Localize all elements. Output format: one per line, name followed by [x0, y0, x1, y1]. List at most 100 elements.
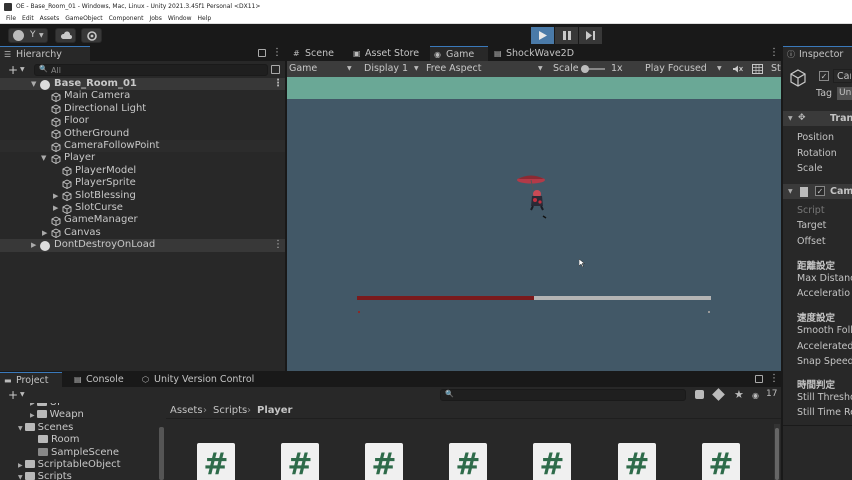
tag-dropdown[interactable]: Un	[837, 87, 852, 100]
slider-handle[interactable]	[581, 65, 589, 73]
collab-button[interactable]	[81, 28, 102, 43]
scale-slider[interactable]	[581, 65, 605, 73]
field-label: Target	[797, 220, 827, 231]
csharp-script-asset[interactable]: #	[618, 443, 656, 480]
hierarchy-item[interactable]: ▶ SlotCurse	[0, 202, 285, 214]
component-enabled-checkbox[interactable]: ✓	[815, 186, 825, 196]
scene-search-icon[interactable]	[271, 65, 280, 74]
tab-asset-store[interactable]: ▣ Asset Store	[349, 46, 427, 61]
hierarchy-item[interactable]: Floor	[0, 115, 285, 127]
speaker-mute-icon[interactable]	[733, 65, 743, 73]
ddol-row[interactable]: ▶ DontDestroyOnLoad ⋮	[0, 239, 285, 252]
label-tag-icon[interactable]	[712, 388, 725, 401]
csharp-script-asset[interactable]: #	[365, 443, 403, 480]
display-dropdown[interactable]: Display 1 ▼	[364, 61, 422, 77]
hierarchy-item[interactable]: Directional Light	[0, 103, 285, 115]
play-button[interactable]	[531, 27, 554, 44]
menu-component[interactable]: Component	[109, 14, 144, 23]
more-options-icon[interactable]: ⋮	[769, 48, 779, 58]
cloud-button[interactable]	[55, 28, 76, 43]
lock-icon[interactable]	[258, 49, 266, 57]
expand-arrow-icon[interactable]: ▶	[53, 202, 58, 214]
tree-scrollbar-thumb[interactable]	[159, 427, 164, 480]
chevron-down-icon[interactable]: ▼	[20, 66, 25, 73]
hierarchy-item[interactable]: ▶ SlotBlessing	[0, 190, 285, 202]
hierarchy-item[interactable]: PlayerSprite	[0, 177, 285, 189]
menu-gameobject[interactable]: GameObject	[65, 14, 102, 23]
tab-hierarchy[interactable]: ☰ Hierarchy	[0, 46, 90, 61]
active-checkbox[interactable]: ✓	[819, 71, 829, 81]
filter-type-icon[interactable]	[695, 390, 704, 399]
folder-item[interactable]: ▼ Scenes	[18, 422, 73, 434]
expand-arrow-icon[interactable]: ▶	[53, 190, 58, 202]
project-search-input[interactable]: 🔍	[440, 389, 686, 401]
scene-row[interactable]: ▼ Base_Room_01 ⋮	[0, 78, 285, 91]
menu-window[interactable]: Window	[168, 14, 192, 23]
tab-scene[interactable]: # Scene	[289, 46, 347, 61]
csharp-script-asset[interactable]: #	[702, 443, 740, 480]
hierarchy-item[interactable]: PlayerModel	[0, 165, 285, 177]
lock-icon[interactable]	[755, 375, 763, 383]
more-options-icon[interactable]: ⋮	[769, 374, 779, 384]
breadcrumb-item[interactable]: Scripts	[213, 403, 247, 419]
component-header[interactable]: ▼ ✓ Cam	[783, 184, 852, 199]
tab-version-control[interactable]: ⬡ Unity Version Control	[138, 372, 258, 387]
hierarchy-item[interactable]: OtherGround	[0, 128, 285, 140]
transform-header[interactable]: ▼ ✥ Tran	[783, 111, 852, 126]
folder-item[interactable]: ▶ ScriptableObject	[18, 459, 121, 471]
hierarchy-item[interactable]: Main Camera	[0, 90, 285, 102]
expand-arrow-icon[interactable]: ▼	[31, 78, 36, 90]
folder-item[interactable]: ▶ Weapn	[30, 409, 84, 421]
play-mode-dropdown[interactable]: Play Focused ▼	[645, 61, 725, 77]
add-icon[interactable]: +	[8, 63, 18, 77]
csharp-script-asset[interactable]: #	[281, 443, 319, 480]
expand-arrow-icon[interactable]: ▶	[42, 227, 47, 239]
menu-file[interactable]: File	[6, 14, 16, 23]
menu-help[interactable]: Help	[198, 14, 212, 23]
expand-arrow-icon[interactable]: ▼	[788, 111, 793, 126]
visibility-eye-icon[interactable]: ◉	[752, 391, 759, 400]
tab-console[interactable]: ▤ Console	[70, 372, 132, 387]
stats-button[interactable]: St	[771, 61, 781, 77]
expand-arrow-icon[interactable]: ▼	[788, 184, 793, 199]
add-icon[interactable]: +	[8, 388, 18, 402]
folder-item[interactable]: SampleScene	[38, 447, 119, 459]
aspect-dropdown[interactable]: Free Aspect ▼	[426, 61, 548, 77]
game-mode-dropdown[interactable]: Game ▼	[289, 61, 353, 77]
more-options-icon[interactable]: ⋮	[273, 79, 283, 89]
hierarchy-item[interactable]: ▼ Player	[0, 152, 285, 164]
step-button[interactable]	[579, 27, 602, 44]
favorite-star-icon[interactable]: ★	[734, 388, 744, 401]
menu-assets[interactable]: Assets	[40, 14, 60, 23]
breadcrumb-item[interactable]: Assets	[170, 403, 203, 419]
menu-edit[interactable]: Edit	[22, 14, 34, 23]
csharp-script-asset[interactable]: #	[197, 443, 235, 480]
assets-scrollbar-thumb[interactable]	[775, 428, 779, 480]
pause-button[interactable]	[555, 27, 578, 44]
chevron-down-icon[interactable]: ▼	[20, 391, 25, 398]
tab-inspector[interactable]: ⓘ Inspector	[783, 46, 852, 61]
csharp-script-asset[interactable]: #	[449, 443, 487, 480]
gizmos-grid-icon[interactable]	[752, 64, 763, 74]
account-dropdown[interactable]: Y ▼	[8, 28, 48, 43]
hierarchy-item[interactable]: ▶ Canvas	[0, 227, 285, 239]
menu-jobs[interactable]: Jobs	[149, 14, 161, 23]
tab-shockwave2d[interactable]: ▤ ShockWave2D	[490, 46, 585, 61]
object-name-field[interactable]: Cam	[833, 69, 852, 83]
hierarchy-item[interactable]: GameManager	[0, 214, 285, 226]
tab-game[interactable]: ◉ Game	[430, 46, 488, 61]
health-bar-fill	[357, 296, 534, 300]
game-render-area[interactable]	[287, 77, 781, 371]
hierarchy-search-input[interactable]: 🔍 All	[34, 64, 268, 76]
expand-arrow-icon[interactable]: ▼	[41, 152, 46, 164]
tab-project[interactable]: ▬ Project	[0, 372, 62, 387]
csharp-script-asset[interactable]: #	[533, 443, 571, 480]
more-options-icon[interactable]: ⋮	[273, 240, 283, 250]
breadcrumb-item-current[interactable]: Player	[257, 403, 292, 419]
hierarchy-item-selected[interactable]: CameraFollowPoint	[0, 140, 285, 153]
expand-arrow-icon[interactable]: ▶	[31, 239, 36, 251]
folder-item[interactable]: Room	[38, 434, 79, 446]
folder-item[interactable]: ▼ Scripts	[18, 471, 72, 480]
more-options-icon[interactable]: ⋮	[272, 48, 282, 58]
assets-scrollbar[interactable]	[774, 424, 780, 480]
